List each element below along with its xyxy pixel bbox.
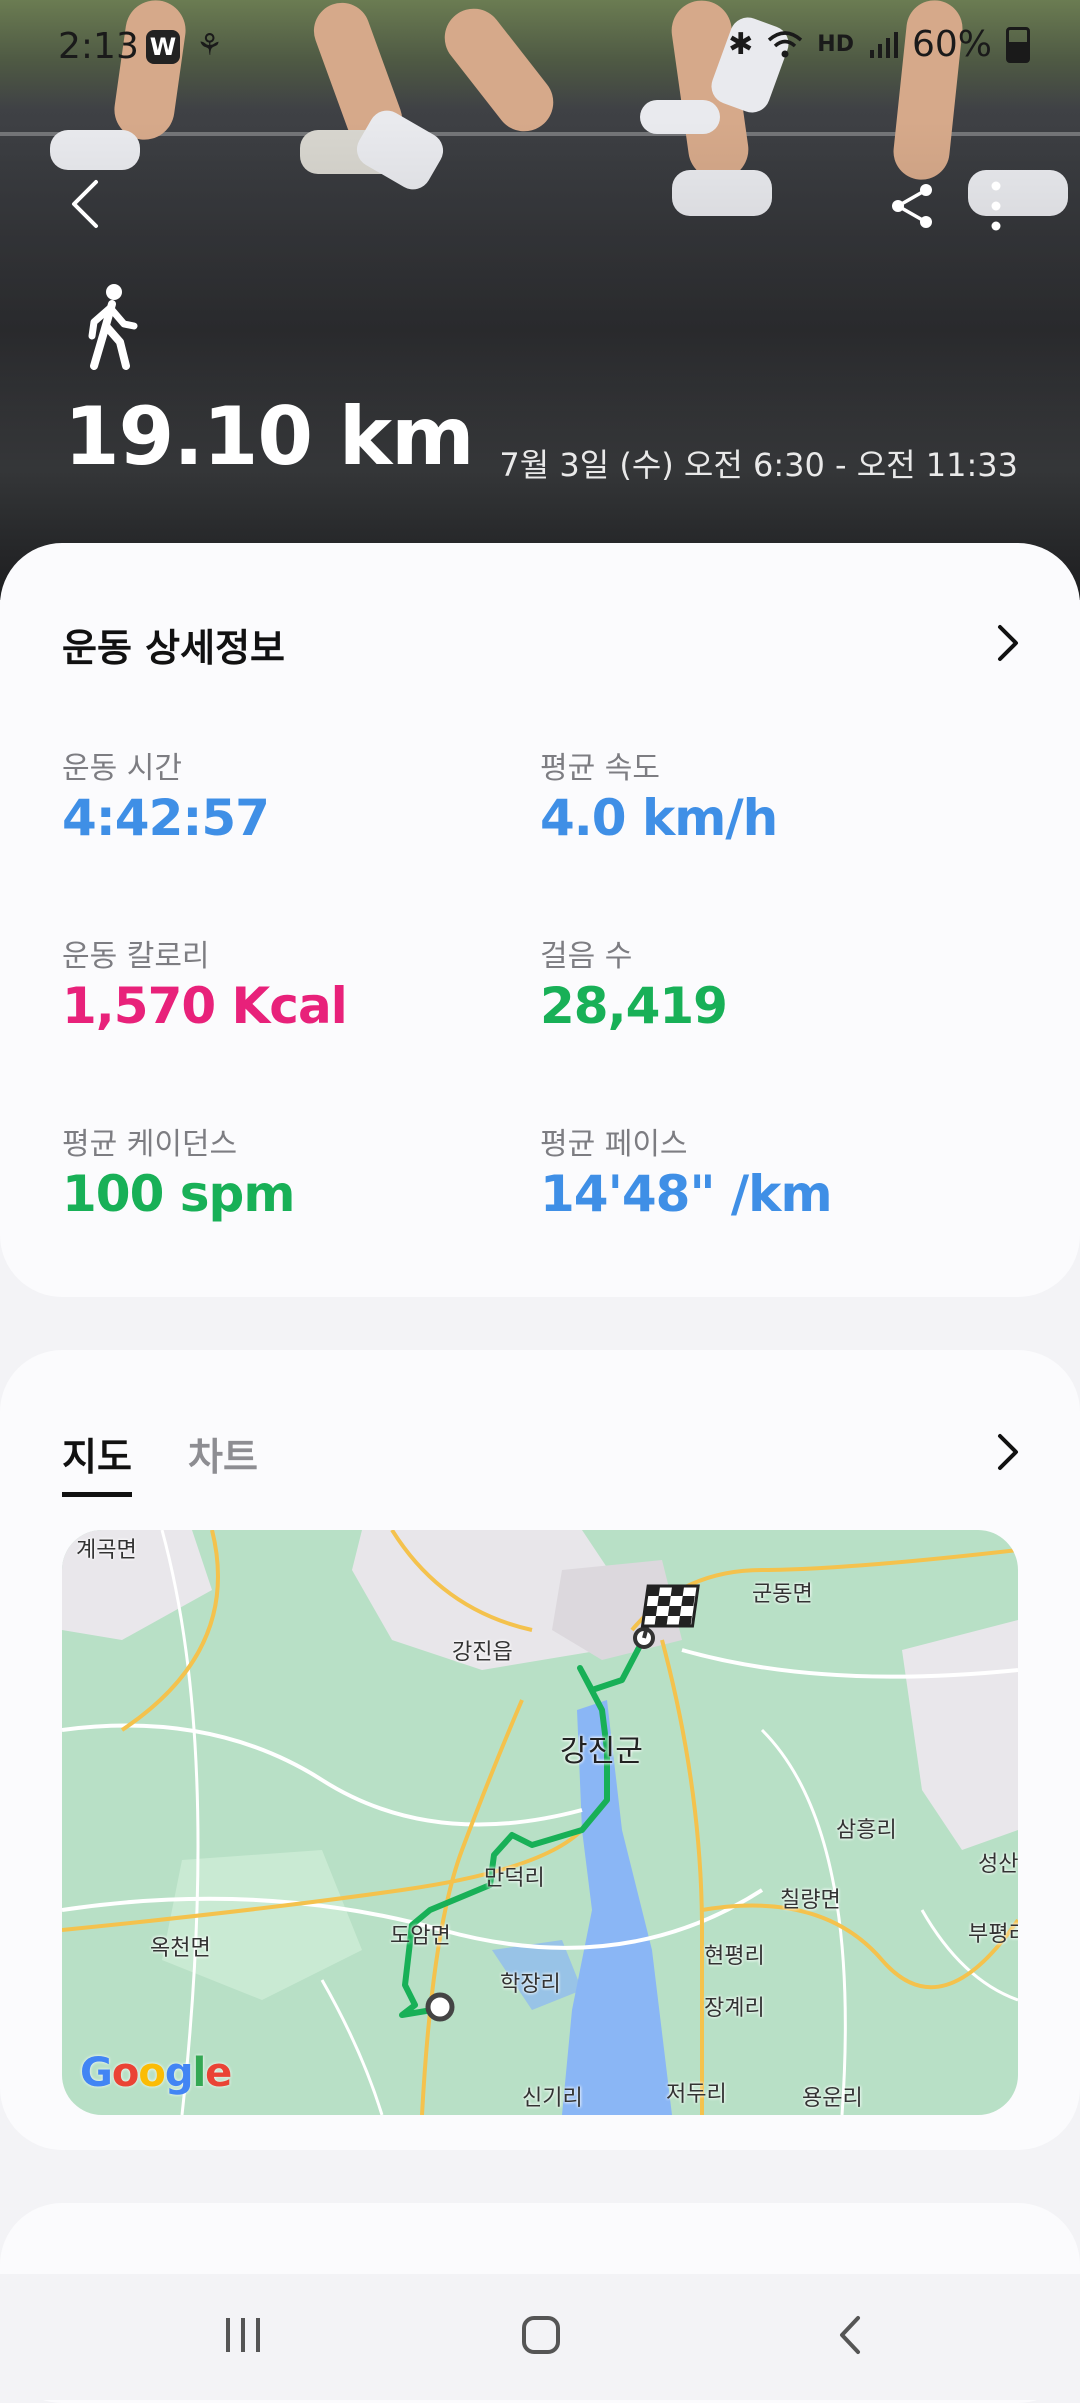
back-icon[interactable] (66, 176, 106, 232)
battery-percent: 60% (911, 24, 992, 65)
map-card: 지도 차트 계곡면 강진읍 군동면 강진군 삼흥리 성산 만덕리 칠량면 부평 … (0, 1350, 1080, 2150)
map-place-label: 저두리 (666, 2082, 727, 2107)
stat-value-duration: 4:42:57 (62, 789, 270, 847)
signal-icon (869, 31, 898, 58)
map-place-label: 용운리 (802, 2086, 863, 2111)
recent-apps-icon[interactable] (222, 2314, 264, 2356)
tab-chart[interactable]: 차트 (188, 1426, 258, 1481)
battery-icon (1006, 26, 1030, 63)
chevron-right-icon[interactable] (992, 1430, 1022, 1474)
stat-label-calories: 운동 칼로리 (62, 939, 210, 974)
map-place-label: 만덕리 (484, 1866, 545, 1891)
home-icon[interactable] (520, 2314, 562, 2356)
route-map[interactable]: 계곡면 강진읍 군동면 강진군 삼흥리 성산 만덕리 칠량면 부평리 옥천면 도… (62, 1530, 1018, 2115)
map-place-label: 강진읍 (452, 1640, 513, 1665)
map-place-label: 도암면 (390, 1924, 451, 1949)
map-place-label: 삼흥리 (836, 1818, 897, 1843)
map-place-label: 학장리 (500, 1972, 561, 1997)
google-logo: Google (80, 2050, 232, 2096)
hd-voice-icon: HD (817, 32, 854, 57)
workout-details-card: 운동 상세정보 운동 시간 4:42:57 평균 속도 4.0 km/h 운동 … (0, 543, 1080, 1297)
wifi-icon (768, 30, 803, 57)
map-place-label: 현평리 (704, 1944, 765, 1969)
walking-person-icon (88, 284, 138, 370)
stat-label-duration: 운동 시간 (62, 751, 182, 786)
stat-label-pace: 평균 페이스 (540, 1127, 688, 1162)
section-title: 운동 상세정보 (62, 626, 285, 670)
stat-label-steps: 걸음 수 (540, 939, 633, 974)
chevron-right-icon[interactable] (992, 621, 1022, 665)
start-marker-icon (425, 1992, 455, 2022)
notification-icon: ⚘ (196, 28, 223, 63)
status-time: 2:13 (58, 26, 139, 67)
map-place-label: 옥천면 (150, 1936, 211, 1961)
back-nav-icon[interactable] (830, 2314, 872, 2356)
status-icons: ✱ HD 60% (728, 24, 1030, 65)
stat-value-pace: 14'48" /km (540, 1165, 833, 1223)
map-place-label: 장계리 (704, 1996, 765, 2021)
stat-label-avg-speed: 평균 속도 (540, 751, 660, 786)
workout-distance: 19.10 km (64, 390, 474, 483)
stat-label-cadence: 평균 케이던스 (62, 1127, 238, 1162)
map-place-label: 강진군 (560, 1734, 643, 1769)
map-place-label: 성산 (978, 1852, 1018, 1877)
more-vertical-icon[interactable] (984, 176, 1008, 236)
map-place-label: 부평리 (968, 1922, 1018, 1947)
stat-value-cadence: 100 spm (62, 1165, 295, 1223)
stat-value-steps: 28,419 (540, 977, 728, 1035)
map-place-label: 칠량면 (780, 1888, 841, 1913)
tab-map[interactable]: 지도 (62, 1426, 132, 1497)
bluetooth-icon: ✱ (728, 27, 754, 62)
stat-value-calories: 1,570 Kcal (62, 977, 348, 1035)
map-place-label: 신기리 (522, 2086, 583, 2111)
system-navigation-bar (0, 2274, 1080, 2400)
stat-value-avg-speed: 4.0 km/h (540, 789, 778, 847)
share-icon[interactable] (886, 180, 938, 232)
app-notification-icon: W (146, 30, 180, 64)
map-place-label: 군동면 (752, 1582, 813, 1607)
status-bar: 2:13 W ⚘ ✱ HD 60% (0, 0, 1080, 100)
workout-date-range: 7월 3일 (수) 오전 6:30 - 오전 11:33 (499, 446, 1018, 484)
map-place-label: 계곡면 (76, 1538, 137, 1563)
